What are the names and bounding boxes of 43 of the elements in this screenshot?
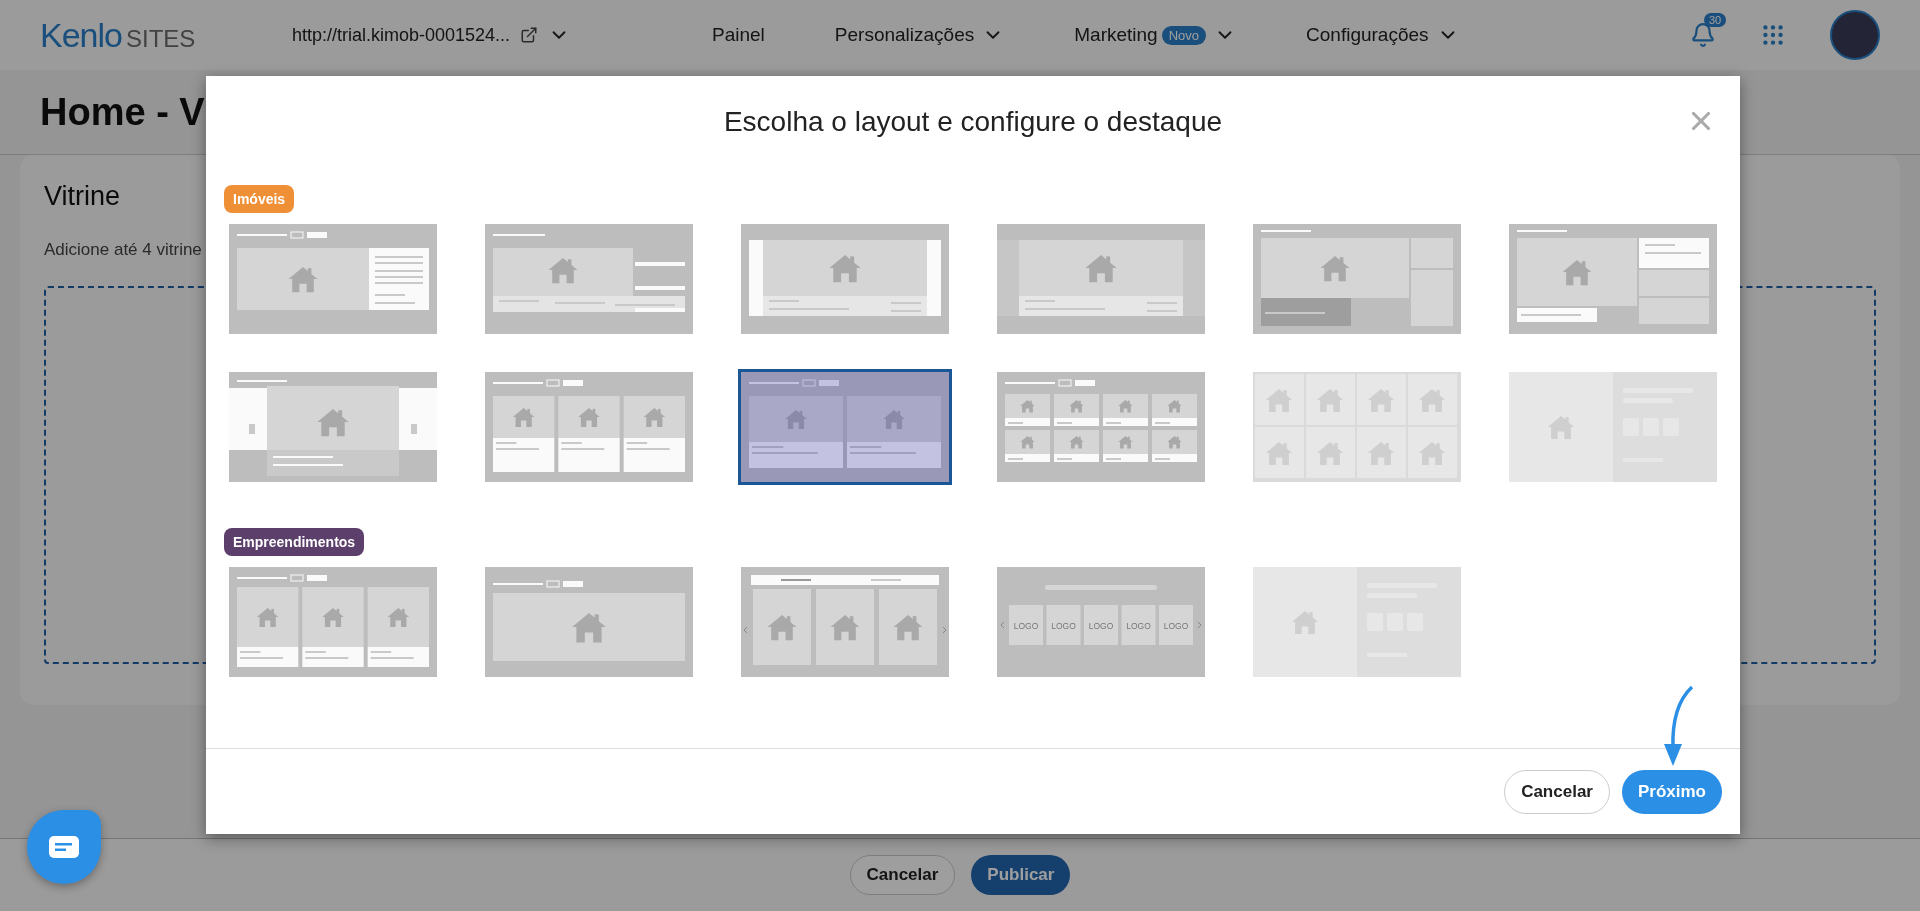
page-title: Home - V bbox=[40, 90, 205, 134]
apps-grid-icon[interactable] bbox=[1760, 22, 1786, 48]
layout-option[interactable] bbox=[741, 567, 949, 677]
logo[interactable]: Kenlo SITES bbox=[40, 15, 292, 55]
logo-label: LOGO bbox=[1088, 621, 1114, 631]
layout-option[interactable] bbox=[485, 224, 693, 334]
publish-button[interactable]: Publicar bbox=[971, 855, 1071, 895]
site-url: http://trial.kimob-0001524... bbox=[292, 24, 511, 46]
logo-label: LOGO bbox=[1163, 621, 1189, 631]
layout-option[interactable] bbox=[229, 224, 437, 334]
chat-button[interactable] bbox=[27, 810, 101, 884]
layout-option[interactable]: LOGO LOGO LOGO LOGO LOGO bbox=[997, 567, 1205, 677]
notifications-button[interactable] bbox=[1690, 22, 1716, 48]
layout-option[interactable] bbox=[741, 224, 949, 334]
card-title: Vitrine bbox=[44, 181, 121, 212]
layout-option[interactable] bbox=[1253, 224, 1461, 334]
layout-option[interactable] bbox=[485, 372, 693, 482]
nav-link[interactable]: Personalizações bbox=[834, 24, 1005, 46]
section-badge: Empreendimentos bbox=[224, 528, 365, 556]
modal-title: Escolha o layout e configure o destaque bbox=[723, 106, 1223, 139]
layout-option[interactable] bbox=[997, 372, 1205, 482]
new-badge: Novo bbox=[1161, 25, 1207, 45]
layout-option[interactable] bbox=[229, 372, 437, 482]
logo-label: LOGO bbox=[1051, 621, 1076, 631]
logo-label: LOGO bbox=[1013, 621, 1039, 631]
nav-link[interactable]: Marketing Novo bbox=[1074, 24, 1237, 46]
layout-option[interactable] bbox=[229, 567, 437, 677]
layout-option[interactable] bbox=[741, 372, 949, 482]
chat-icon bbox=[49, 836, 79, 858]
notification-count: 30 bbox=[1704, 13, 1727, 27]
card-description: Adicione até 4 vitrine bbox=[44, 240, 203, 260]
nav-link[interactable]: Painel bbox=[712, 24, 765, 46]
cancel-button[interactable]: Cancelar bbox=[849, 855, 956, 895]
next-button[interactable]: Próximo bbox=[1621, 769, 1722, 814]
layout-option[interactable] bbox=[997, 224, 1205, 334]
layout-option[interactable] bbox=[485, 567, 693, 677]
layout-option[interactable] bbox=[1509, 224, 1717, 334]
external-link-icon[interactable] bbox=[520, 26, 539, 44]
user-avatar[interactable] bbox=[1830, 10, 1880, 60]
nav-link[interactable]: Configurações bbox=[1306, 24, 1459, 46]
logo-label: LOGO bbox=[1126, 621, 1151, 631]
section-badge: Imóveis bbox=[224, 185, 295, 213]
cancel-button[interactable]: Cancelar bbox=[1504, 769, 1610, 814]
